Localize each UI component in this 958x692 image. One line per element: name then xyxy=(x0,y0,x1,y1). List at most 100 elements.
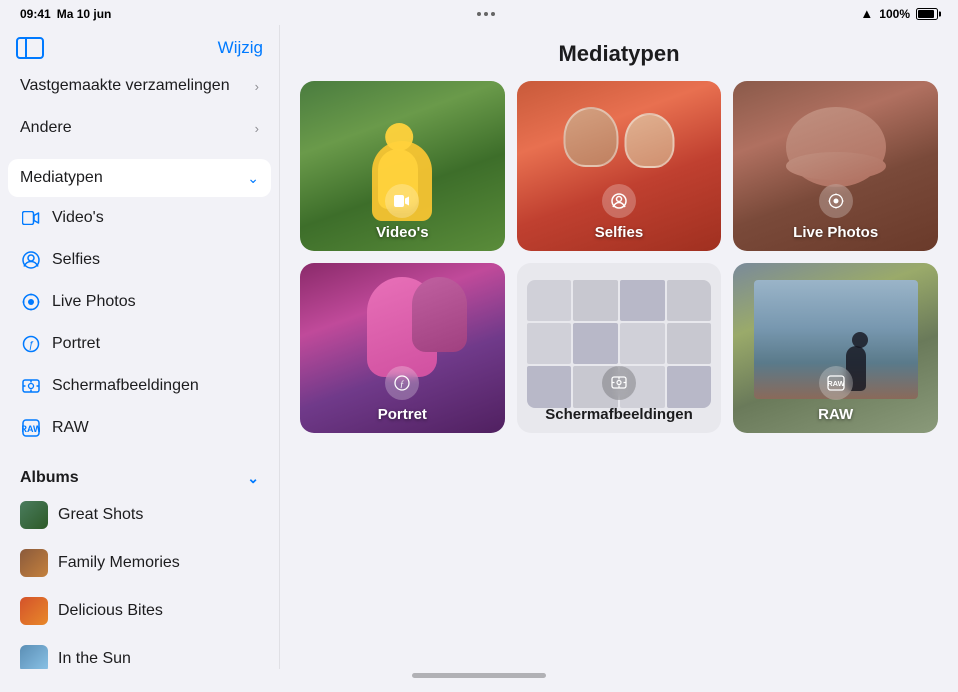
media-grid: Video's xyxy=(300,81,938,433)
media-card-raw[interactable]: RAW RAW xyxy=(733,263,938,433)
svg-text:RAW: RAW xyxy=(827,379,845,388)
raw-icon: RAW xyxy=(20,417,42,439)
selfies-card-label-area: Selfies xyxy=(517,176,722,251)
schermafbeeldingen-card-title: Schermafbeeldingen xyxy=(545,406,693,423)
home-indicator xyxy=(412,673,546,678)
videos-card-icon xyxy=(385,184,419,218)
albums-chevron-down-icon: ⌄ xyxy=(247,470,259,487)
family-memories-label: Family Memories xyxy=(58,554,180,572)
videos-card-title: Video's xyxy=(376,224,428,241)
sidebar-item-in-the-sun[interactable]: In the Sun xyxy=(8,635,271,669)
sidebar-item-family-memories[interactable]: Family Memories xyxy=(8,539,271,587)
portret-item-left: ƒ Portret xyxy=(20,333,100,355)
albums-section: Albums ⌄ Great Shots Family Memories xyxy=(0,461,279,669)
battery-percent: 100% xyxy=(879,7,910,21)
portret-icon: ƒ xyxy=(20,333,42,355)
family-memories-left: Family Memories xyxy=(20,549,180,577)
albums-section-header[interactable]: Albums ⌄ xyxy=(8,461,271,491)
media-card-portret[interactable]: ƒ Portret xyxy=(300,263,505,433)
svg-text:RAW: RAW xyxy=(22,424,40,434)
videos-item-left: Video's xyxy=(20,207,104,229)
sidebar: Wijzig Vastgemaakte verzamelingen › Ande… xyxy=(0,25,280,669)
selfies-people-graphic xyxy=(563,107,674,168)
page-title: Mediatypen xyxy=(300,25,938,81)
live-photo-icon xyxy=(20,291,42,313)
svg-text:ƒ: ƒ xyxy=(28,340,34,351)
schermafbeeldingen-card-label-area: Schermafbeeldingen xyxy=(517,358,722,433)
albums-label: Albums xyxy=(20,469,79,487)
chevron-down-icon: ⌄ xyxy=(247,170,259,187)
great-shots-label: Great Shots xyxy=(58,506,143,524)
wifi-icon: ▲ xyxy=(860,6,873,21)
media-card-selfies[interactable]: Selfies xyxy=(517,81,722,251)
status-right: ▲ 100% xyxy=(860,6,938,21)
schermafbeeldingen-item-left: Schermafbeeldingen xyxy=(20,375,199,397)
portret-card-title: Portret xyxy=(378,406,427,423)
videos-label: Video's xyxy=(52,209,104,227)
sidebar-item-great-shots[interactable]: Great Shots xyxy=(8,491,271,539)
raw-card-label-area: RAW RAW xyxy=(733,358,938,433)
in-the-sun-left: In the Sun xyxy=(20,645,131,669)
live-photos-card-title: Live Photos xyxy=(793,224,878,241)
battery-icon xyxy=(916,8,938,20)
status-bar: 09:41 Ma 10 jun ▲ 100% xyxy=(0,0,958,25)
delicious-bites-label: Delicious Bites xyxy=(58,602,163,620)
portret-card-icon: ƒ xyxy=(385,366,419,400)
chevron-right-icon-andere: › xyxy=(255,121,259,136)
delicious-bites-left: Delicious Bites xyxy=(20,597,163,625)
sidebar-item-mediatypen[interactable]: Mediatypen ⌄ xyxy=(8,159,271,197)
media-card-schermafbeeldingen[interactable]: Schermafbeeldingen xyxy=(517,263,722,433)
live-photos-card-icon xyxy=(819,184,853,218)
video-icon xyxy=(20,207,42,229)
sidebar-item-live-photos[interactable]: Live Photos xyxy=(8,281,271,323)
selfies-card-title: Selfies xyxy=(595,224,643,241)
mediatypen-section: Mediatypen ⌄ Video's xyxy=(0,159,279,453)
edit-button[interactable]: Wijzig xyxy=(218,38,263,58)
in-the-sun-thumb xyxy=(20,645,48,669)
selfies-label: Selfies xyxy=(52,251,100,269)
pinned-label: Vastgemaakte verzamelingen xyxy=(20,77,230,95)
main-content: Mediatypen Video's xyxy=(280,25,958,669)
raw-card-title: RAW xyxy=(818,406,853,423)
andere-section: Andere › xyxy=(0,109,279,151)
sidebar-item-selfies[interactable]: Selfies xyxy=(8,239,271,281)
delicious-bites-thumb xyxy=(20,597,48,625)
more-menu-dots xyxy=(477,12,495,16)
selfie-icon xyxy=(20,249,42,271)
schermafbeeldingen-card-icon xyxy=(602,366,636,400)
status-day: Ma 10 jun xyxy=(57,7,112,21)
raw-item-left: RAW RAW xyxy=(20,417,89,439)
status-left: 09:41 Ma 10 jun xyxy=(20,7,111,21)
great-shots-left: Great Shots xyxy=(20,501,143,529)
live-photos-item-left: Live Photos xyxy=(20,291,136,313)
selfies-item-left: Selfies xyxy=(20,249,100,271)
sidebar-item-portret[interactable]: ƒ Portret xyxy=(8,323,271,365)
media-card-live-photos[interactable]: Live Photos xyxy=(733,81,938,251)
chevron-right-icon: › xyxy=(255,79,259,94)
app-container: Wijzig Vastgemaakte verzamelingen › Ande… xyxy=(0,25,958,669)
sidebar-item-schermafbeeldingen[interactable]: Schermafbeeldingen xyxy=(8,365,271,407)
pinned-section: Vastgemaakte verzamelingen › xyxy=(0,67,279,109)
live-photos-label: Live Photos xyxy=(52,293,136,311)
schermafbeeldingen-label: Schermafbeeldingen xyxy=(52,377,199,395)
portret-card-label-area: ƒ Portret xyxy=(300,358,505,433)
raw-label: RAW xyxy=(52,419,89,437)
live-photos-card-label-area: Live Photos xyxy=(733,176,938,251)
selfies-card-icon xyxy=(602,184,636,218)
raw-card-icon: RAW xyxy=(819,366,853,400)
family-memories-thumb xyxy=(20,549,48,577)
videos-card-label-area: Video's xyxy=(300,176,505,251)
screenshot-icon xyxy=(20,375,42,397)
mediatypen-label: Mediatypen xyxy=(20,169,103,187)
bottom-bar xyxy=(0,669,958,692)
portret-label: Portret xyxy=(52,335,100,353)
sidebar-item-andere[interactable]: Andere › xyxy=(8,109,271,147)
sidebar-item-videos[interactable]: Video's xyxy=(8,197,271,239)
in-the-sun-label: In the Sun xyxy=(58,650,131,668)
sidebar-item-delicious-bites[interactable]: Delicious Bites xyxy=(8,587,271,635)
media-card-videos[interactable]: Video's xyxy=(300,81,505,251)
sidebar-item-raw[interactable]: RAW RAW xyxy=(8,407,271,449)
sidebar-toggle-icon[interactable] xyxy=(16,37,44,59)
andere-label: Andere xyxy=(20,119,72,137)
sidebar-item-pinned[interactable]: Vastgemaakte verzamelingen › xyxy=(8,67,271,105)
